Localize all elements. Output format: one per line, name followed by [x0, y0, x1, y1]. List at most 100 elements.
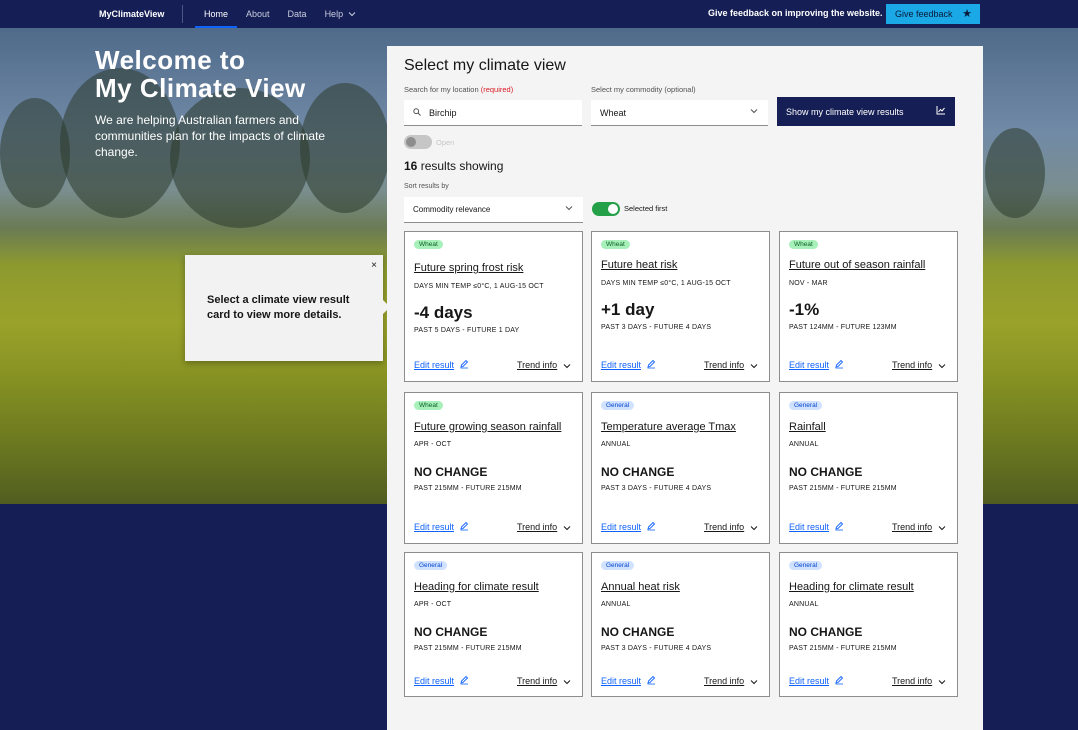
- card-change-value: NO CHANGE: [601, 625, 675, 639]
- card-past-future: PAST 215MM - FUTURE 215MM: [789, 485, 897, 492]
- chevron-down-icon[interactable]: [938, 361, 946, 371]
- trend-info-toggle[interactable]: Trend info: [517, 676, 557, 686]
- trend-info-toggle[interactable]: Trend info: [892, 522, 932, 532]
- commodity-badge: General: [601, 401, 635, 410]
- card-title-link[interactable]: Future growing season rainfall: [414, 421, 561, 433]
- chevron-down-icon: [565, 203, 573, 213]
- pencil-icon[interactable]: [834, 521, 844, 534]
- trend-info-toggle[interactable]: Trend info: [517, 360, 557, 370]
- card-period: APR - OCT: [414, 441, 452, 448]
- toggle-knob: [608, 204, 618, 214]
- trend-info-toggle[interactable]: Trend info: [517, 522, 557, 532]
- close-icon[interactable]: ×: [371, 260, 377, 271]
- pencil-icon[interactable]: [834, 675, 844, 688]
- edit-result-link[interactable]: Edit result: [789, 522, 829, 532]
- result-card[interactable]: General Annual heat risk ANNUAL NO CHANGE PA…: [591, 552, 770, 697]
- pencil-icon[interactable]: [834, 359, 844, 372]
- result-card[interactable]: Wheat Future out of season rainfall NOV - …: [779, 231, 958, 382]
- card-period: ANNUAL: [789, 601, 819, 608]
- onboarding-tooltip: × Select a climate view result card to v…: [185, 255, 390, 361]
- trend-info-toggle[interactable]: Trend info: [704, 676, 744, 686]
- card-title-link[interactable]: Rainfall: [789, 421, 826, 433]
- edit-result-link[interactable]: Edit result: [414, 360, 454, 370]
- location-search-input[interactable]: Birchip: [404, 100, 582, 126]
- edit-result-link[interactable]: Edit result: [414, 676, 454, 686]
- nav-item-home[interactable]: Home: [195, 0, 238, 28]
- result-card[interactable]: General Heading for climate result APR - O…: [404, 552, 583, 697]
- chevron-down-icon[interactable]: [938, 523, 946, 533]
- sort-select[interactable]: Commodity relevance: [404, 197, 583, 223]
- sort-label: Sort results by: [404, 183, 449, 190]
- card-title-link[interactable]: Heading for climate result: [789, 581, 914, 593]
- card-change-value: NO CHANGE: [789, 625, 863, 639]
- card-period: ANNUAL: [789, 441, 819, 448]
- result-card[interactable]: General Heading for climate result ANNUAL N…: [779, 552, 958, 697]
- edit-result-link[interactable]: Edit result: [414, 522, 454, 532]
- commodity-select[interactable]: Wheat: [591, 100, 768, 126]
- pencil-icon[interactable]: [646, 521, 656, 534]
- chevron-down-icon[interactable]: [750, 677, 758, 687]
- card-past-future: PAST 3 DAYS - FUTURE 4 DAYS: [601, 645, 712, 652]
- commodity-badge: General: [601, 561, 635, 570]
- pencil-icon[interactable]: [459, 675, 469, 688]
- search-icon: [413, 107, 421, 118]
- chevron-down-icon[interactable]: [563, 677, 571, 687]
- card-title-link[interactable]: Future heat risk: [601, 259, 677, 271]
- card-change-value: NO CHANGE: [414, 625, 488, 639]
- pencil-icon[interactable]: [459, 521, 469, 534]
- card-past-future: PAST 5 DAYS - FUTURE 1 DAY: [414, 327, 520, 334]
- trend-info-toggle[interactable]: Trend info: [704, 360, 744, 370]
- trend-info-toggle[interactable]: Trend info: [892, 676, 932, 686]
- show-results-button[interactable]: Show my climate view results: [777, 97, 955, 126]
- result-card[interactable]: Wheat Future spring frost risk DAYS MIN TE…: [404, 231, 583, 382]
- edit-result-link[interactable]: Edit result: [601, 522, 641, 532]
- result-card[interactable]: General Rainfall ANNUAL NO CHANGE PAST 215MM…: [779, 392, 958, 544]
- pencil-icon[interactable]: [646, 359, 656, 372]
- trend-info-toggle[interactable]: Trend info: [704, 522, 744, 532]
- results-count: 16 results showing: [404, 159, 503, 173]
- edit-result-link[interactable]: Edit result: [601, 676, 641, 686]
- card-title-link[interactable]: Future spring frost risk: [414, 262, 523, 274]
- location-value: Birchip: [429, 107, 457, 118]
- chevron-down-icon[interactable]: [750, 523, 758, 533]
- chevron-down-icon[interactable]: [563, 361, 571, 371]
- result-card[interactable]: General Temperature average Tmax ANNUAL NO …: [591, 392, 770, 544]
- nav-item-help[interactable]: Help: [316, 0, 366, 28]
- card-change-value: -1%: [789, 300, 820, 319]
- edit-result-link[interactable]: Edit result: [601, 360, 641, 370]
- tree-silhouette: [0, 98, 70, 208]
- commodity-badge: Wheat: [414, 401, 443, 410]
- selected-first-toggle[interactable]: [592, 202, 620, 216]
- chevron-down-icon[interactable]: [563, 523, 571, 533]
- tooltip-text: Select a climate view result card to vie…: [207, 294, 350, 321]
- result-card[interactable]: Wheat Future heat risk DAYS MIN TEMP ≤0°C,…: [591, 231, 770, 382]
- results-number: 16: [404, 159, 418, 173]
- result-card[interactable]: Wheat Future growing season rainfall APR -…: [404, 392, 583, 544]
- edit-result-link[interactable]: Edit result: [789, 360, 829, 370]
- commodity-label: Select my commodity (optional): [591, 85, 696, 94]
- sort-value: Commodity relevance: [413, 205, 491, 214]
- commodity-badge: General: [789, 561, 823, 570]
- card-title-link[interactable]: Heading for climate result: [414, 581, 539, 593]
- card-title-link[interactable]: Future out of season rainfall: [789, 259, 925, 271]
- card-past-future: PAST 215MM - FUTURE 215MM: [414, 645, 522, 652]
- chevron-down-icon[interactable]: [750, 361, 758, 371]
- hero-description: We are helping Australian farmers and co…: [95, 113, 326, 159]
- brand-logo[interactable]: MyClimateView: [99, 9, 182, 19]
- open-toggle[interactable]: [404, 135, 432, 149]
- card-change-value: +1 day: [601, 300, 655, 319]
- give-feedback-button[interactable]: Give feedback ★: [886, 4, 980, 24]
- nav-item-data[interactable]: Data: [279, 0, 316, 28]
- chevron-down-icon[interactable]: [938, 677, 946, 687]
- card-title-link[interactable]: Annual heat risk: [601, 581, 680, 593]
- trend-info-toggle[interactable]: Trend info: [892, 360, 932, 370]
- card-title-link[interactable]: Temperature average Tmax: [601, 421, 736, 433]
- edit-result-link[interactable]: Edit result: [789, 676, 829, 686]
- pencil-icon[interactable]: [646, 675, 656, 688]
- pencil-icon[interactable]: [459, 359, 469, 372]
- card-period: ANNUAL: [601, 441, 631, 448]
- location-label: Search for my location (required): [404, 85, 513, 94]
- required-marker: (required): [480, 85, 514, 94]
- nav-item-about[interactable]: About: [237, 0, 279, 28]
- commodity-badge: Wheat: [414, 240, 443, 249]
